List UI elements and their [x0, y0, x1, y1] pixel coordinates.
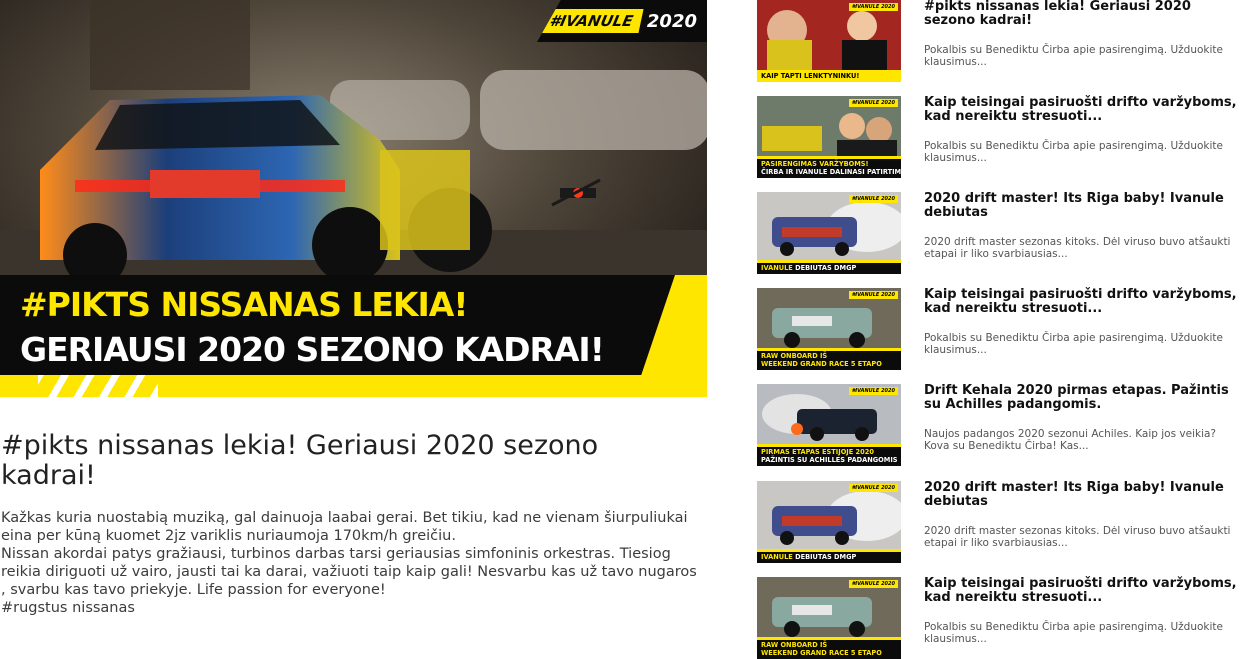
related-video-title[interactable]: 2020 drift master! Its Riga baby! Ivanul… — [924, 481, 1240, 509]
related-video-item[interactable]: #IVANULE 2020 RAW ONBOARD IŠ WEEKEND GRA… — [757, 577, 1241, 659]
related-video-desc: Pokalbis su Benediktu Čirba apie pasiren… — [924, 140, 1223, 164]
related-video-desc: Pokalbis su Benediktu Čirba apie pasiren… — [924, 44, 1223, 68]
thumbnail-caption-line-1: IVANULE — [761, 264, 793, 272]
related-video-desc: Pokalbis su Benediktu Čirba apie pasiren… — [924, 332, 1223, 356]
video-thumbnail[interactable]: #IVANULE 2020 IVANULE DEBIUTAS DMGP — [757, 481, 901, 563]
thumbnail-caption-line-2: WEEKEND GRAND RACE 5 ETAPO — [761, 649, 882, 657]
related-videos-list: #IVANULE 2020 KAIP TAPTI LENKTYNINKU! #p… — [757, 0, 1241, 659]
thumbnail-caption: PASIRENGIMAS VARŽYBOMS! ČIRBA IR IVANULE… — [757, 156, 901, 178]
related-video-title[interactable]: Drift Kehala 2020 pirmas etapas. Pažinti… — [924, 384, 1240, 412]
thumbnail-caption-line-1: RAW ONBOARD IŠ — [761, 352, 828, 360]
hero-video-thumbnail[interactable]: #IVANULE 2020 #PIKTS NISSANAS LEKIA! GER… — [0, 0, 707, 397]
video-thumbnail[interactable]: #IVANULE 2020 RAW ONBOARD IŠ WEEKEND GRA… — [757, 288, 901, 370]
related-video-title[interactable]: Kaip teisingai pasiruošti drifto varžybo… — [924, 96, 1240, 124]
related-video-desc: 2020 drift master sezonas kitoks. Dėl vi… — [924, 525, 1231, 549]
related-video-title[interactable]: 2020 drift master! Its Riga baby! Ivanul… — [924, 192, 1240, 220]
brand-badge: #IVANULE 2020 — [537, 0, 707, 42]
hero-stand — [90, 0, 250, 90]
thumbnail-caption-line-1: PIRMAS ETAPAS ESTIJOJE 2020 — [761, 448, 874, 456]
thumbnail-brand: #IVANULE 2020 — [848, 195, 898, 203]
thumbnail-brand: #IVANULE 2020 — [848, 580, 898, 588]
video-title: #pikts nissanas lekia! Geriausi 2020 sez… — [1, 430, 599, 491]
thumbnail-caption-line-2: PAŽINTIS SU ACHILLES PADANGOMIS — [761, 456, 898, 464]
video-thumbnail[interactable]: #IVANULE 2020 PASIRENGIMAS VARŽYBOMS! ČI… — [757, 96, 901, 178]
related-video-item[interactable]: #IVANULE 2020 IVANULE DEBIUTAS DMGP 2020… — [757, 481, 1241, 567]
video-thumbnail[interactable]: #IVANULE 2020 IVANULE DEBIUTAS DMGP — [757, 192, 901, 274]
hero-title-banner: #PIKTS NISSANAS LEKIA! GERIAUSI 2020 SEZ… — [0, 275, 707, 397]
related-video-item[interactable]: #IVANULE 2020 PASIRENGIMAS VARŽYBOMS! ČI… — [757, 96, 1241, 182]
thumbnail-brand: #IVANULE 2020 — [848, 99, 898, 107]
thumbnail-caption: IVANULE DEBIUTAS DMGP — [757, 549, 901, 563]
hero-barrier — [480, 70, 707, 150]
video-thumbnail[interactable]: #IVANULE 2020 RAW ONBOARD IŠ WEEKEND GRA… — [757, 577, 901, 659]
related-video-desc: Naujos padangos 2020 sezonui Achiles. Ka… — [924, 428, 1217, 452]
related-video-desc: Pokalbis su Benediktu Čirba apie pasiren… — [924, 621, 1223, 645]
related-video-desc: 2020 drift master sezonas kitoks. Dėl vi… — [924, 236, 1231, 260]
brand-year: 2020 — [646, 10, 697, 32]
thumbnail-caption-line-1: IVANULE — [761, 553, 793, 561]
related-video-item[interactable]: #IVANULE 2020 PIRMAS ETAPAS ESTIJOJE 202… — [757, 384, 1241, 470]
related-video-item[interactable]: #IVANULE 2020 RAW ONBOARD IŠ WEEKEND GRA… — [757, 288, 1241, 374]
video-thumbnail[interactable]: #IVANULE 2020 PIRMAS ETAPAS ESTIJOJE 202… — [757, 384, 901, 466]
thumbnail-caption-line-2: DEBIUTAS DMGP — [795, 553, 857, 561]
hero-title-line-1: #PIKTS NISSANAS LEKIA! — [20, 285, 468, 324]
thumbnail-brand: #IVANULE 2020 — [848, 387, 898, 395]
thumbnail-brand: #IVANULE 2020 — [848, 291, 898, 299]
thumbnail-caption: RAW ONBOARD IŠ WEEKEND GRAND RACE 5 ETAP… — [757, 637, 901, 659]
video-description: Kažkas kuria nuostabią muziką, gal dainu… — [1, 509, 701, 617]
thumbnail-caption: RAW ONBOARD IŠ WEEKEND GRAND RACE 5 ETAP… — [757, 348, 901, 370]
thumbnail-caption: KAIP TAPTI LENKTYNINKU! — [757, 70, 901, 82]
thumbnail-caption-line-1: PASIRENGIMAS VARŽYBOMS! — [761, 160, 869, 168]
hero-title-line-2: GERIAUSI 2020 SEZONO KADRAI! — [20, 330, 605, 369]
thumbnail-caption-line-2: WEEKEND GRAND RACE 5 ETAPO — [761, 360, 882, 368]
thumbnail-caption: IVANULE DEBIUTAS DMGP — [757, 260, 901, 274]
related-video-item[interactable]: #IVANULE 2020 IVANULE DEBIUTAS DMGP 2020… — [757, 192, 1241, 278]
description-paragraph: Nissan akordai patys gražiausi, turbinos… — [1, 546, 697, 598]
banner-stripes — [38, 375, 158, 397]
related-video-title[interactable]: Kaip teisingai pasiruošti drifto varžybo… — [924, 577, 1240, 605]
video-thumbnail[interactable]: #IVANULE 2020 KAIP TAPTI LENKTYNINKU! — [757, 0, 901, 82]
thumbnail-brand: #IVANULE 2020 — [848, 3, 898, 11]
description-paragraph: Kažkas kuria nuostabią muziką, gal dainu… — [1, 510, 688, 544]
thumbnail-brand: #IVANULE 2020 — [848, 484, 898, 492]
description-hashtag: #rugstus nissanas — [1, 600, 135, 616]
thumbnail-caption-line-2: DEBIUTAS DMGP — [795, 264, 857, 272]
thumbnail-caption-line-1: RAW ONBOARD IŠ — [761, 641, 828, 649]
thumbnail-caption-line-2: ČIRBA IR IVANULE DALINASI PATIRTIMI — [761, 168, 901, 176]
thumbnail-caption: PIRMAS ETAPAS ESTIJOJE 2020 PAŽINTIS SU … — [757, 444, 901, 466]
related-video-title[interactable]: #pikts nissanas lekia! Geriausi 2020 sez… — [924, 0, 1240, 28]
related-video-title[interactable]: Kaip teisingai pasiruošti drifto varžybo… — [924, 288, 1240, 316]
related-video-item[interactable]: #IVANULE 2020 KAIP TAPTI LENKTYNINKU! #p… — [757, 0, 1241, 86]
